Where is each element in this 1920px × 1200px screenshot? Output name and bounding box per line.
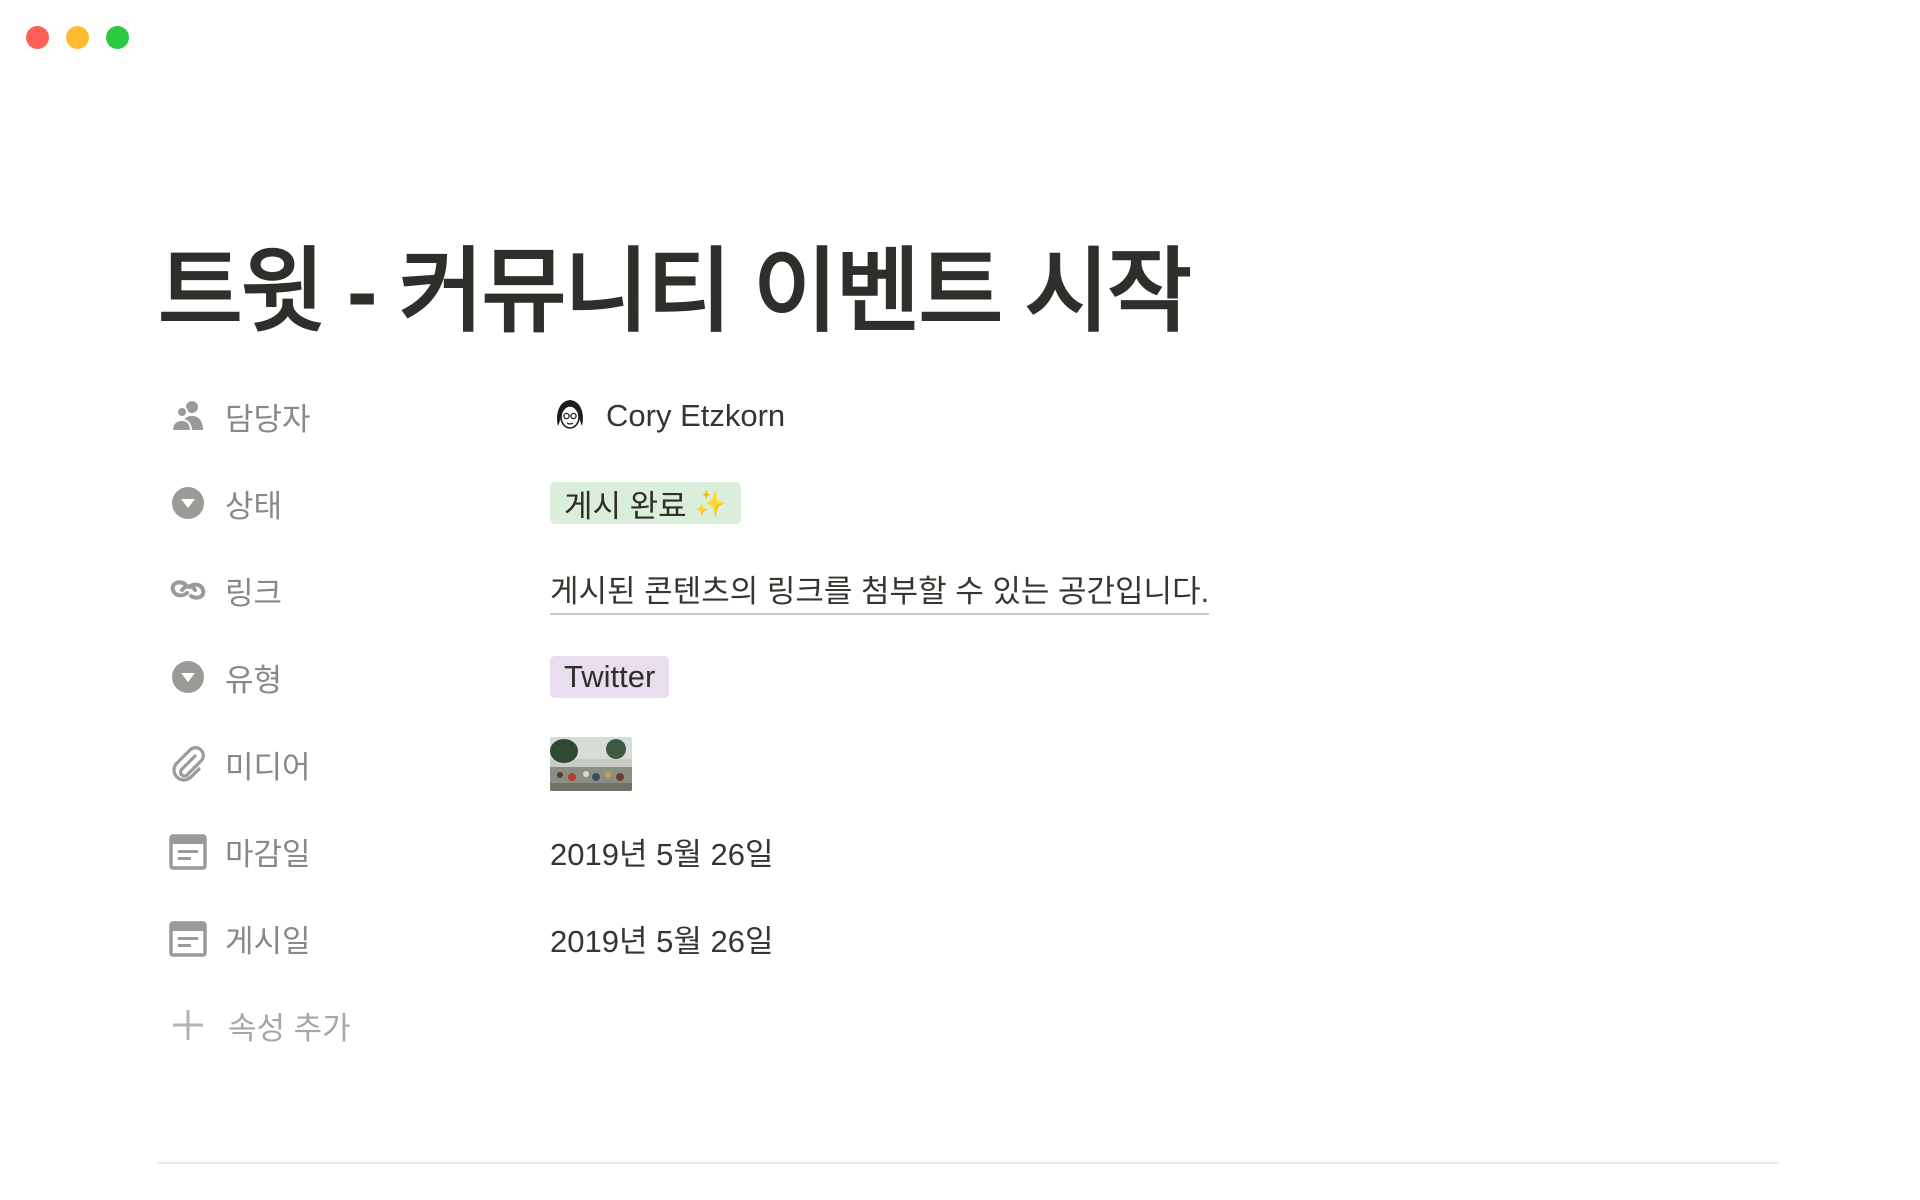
avatar: [550, 396, 590, 436]
select-arrow-icon: [168, 483, 208, 523]
link-icon: [168, 570, 208, 610]
property-label: 담당자: [225, 401, 311, 437]
page-title[interactable]: 트윗 - 커뮤니티 이벤트 시작: [158, 232, 1778, 352]
property-label: 링크: [225, 575, 283, 611]
property-name-status[interactable]: 상태: [168, 473, 528, 533]
property-name-assignee[interactable]: 담당자: [168, 386, 528, 446]
paperclip-icon: [168, 744, 208, 784]
property-label: 게시일: [225, 923, 311, 959]
type-tag[interactable]: Twitter: [550, 656, 670, 698]
property-label: 미디어: [225, 749, 311, 785]
property-value-media[interactable]: [550, 734, 632, 794]
link-text[interactable]: 게시된 콘텐츠의 링크를 첨부할 수 있는 공간입니다.: [550, 566, 1210, 615]
window-controls: [26, 26, 129, 49]
page: 트윗 - 커뮤니티 이벤트 시작 담당자 Cory Etzkorn 상태 게시 …: [158, 232, 1778, 1164]
property-value-type[interactable]: Twitter: [550, 647, 670, 707]
property-value-publish-date[interactable]: 2019년 5월 26일: [550, 908, 773, 968]
publish-date-text: 2019년 5월 26일: [550, 923, 774, 959]
calendar-icon: [168, 918, 208, 958]
property-label: 상태: [225, 488, 283, 524]
property-row-due-date: 마감일 2019년 5월 26일: [158, 821, 1778, 881]
due-date-text: 2019년 5월 26일: [550, 836, 774, 872]
status-badge[interactable]: 게시 완료 ✨: [550, 482, 742, 524]
property-row-link: 링크 게시된 콘텐츠의 링크를 첨부할 수 있는 공간입니다.: [158, 560, 1778, 620]
property-value-status[interactable]: 게시 완료 ✨: [550, 473, 742, 533]
status-text: 게시 완료: [564, 488, 687, 524]
minimize-window-button[interactable]: [66, 26, 89, 49]
add-property-row: 속성 추가: [158, 995, 1778, 1055]
property-name-link[interactable]: 링크: [168, 560, 528, 620]
zoom-window-button[interactable]: [106, 26, 129, 49]
plus-icon: [168, 1005, 208, 1045]
property-value-assignee[interactable]: Cory Etzkorn: [550, 386, 785, 446]
property-row-media: 미디어: [158, 734, 1778, 794]
calendar-icon: [168, 831, 208, 871]
property-name-publish-date[interactable]: 게시일: [168, 908, 528, 968]
add-property-button[interactable]: 속성 추가: [168, 995, 351, 1055]
assignee-name: Cory Etzkorn: [606, 398, 786, 433]
property-name-type[interactable]: 유형: [168, 647, 528, 707]
property-row-assignee: 담당자 Cory Etzkorn: [158, 386, 1778, 446]
property-row-publish-date: 게시일 2019년 5월 26일: [158, 908, 1778, 968]
property-name-media[interactable]: 미디어: [168, 734, 528, 794]
add-property-label: 속성 추가: [228, 1010, 351, 1046]
people-icon: [168, 396, 208, 436]
select-arrow-icon: [168, 657, 208, 697]
close-window-button[interactable]: [26, 26, 49, 49]
sparkle-emoji: ✨: [694, 487, 728, 518]
property-name-due-date[interactable]: 마감일: [168, 821, 528, 881]
property-row-type: 유형 Twitter: [158, 647, 1778, 707]
property-value-link[interactable]: 게시된 콘텐츠의 링크를 첨부할 수 있는 공간입니다.: [550, 560, 1210, 620]
divider: [158, 1162, 1778, 1164]
media-thumbnail[interactable]: [550, 737, 632, 791]
property-label: 마감일: [225, 836, 311, 872]
property-label: 유형: [225, 662, 283, 698]
property-row-status: 상태 게시 완료 ✨: [158, 473, 1778, 533]
property-value-due-date[interactable]: 2019년 5월 26일: [550, 821, 773, 881]
